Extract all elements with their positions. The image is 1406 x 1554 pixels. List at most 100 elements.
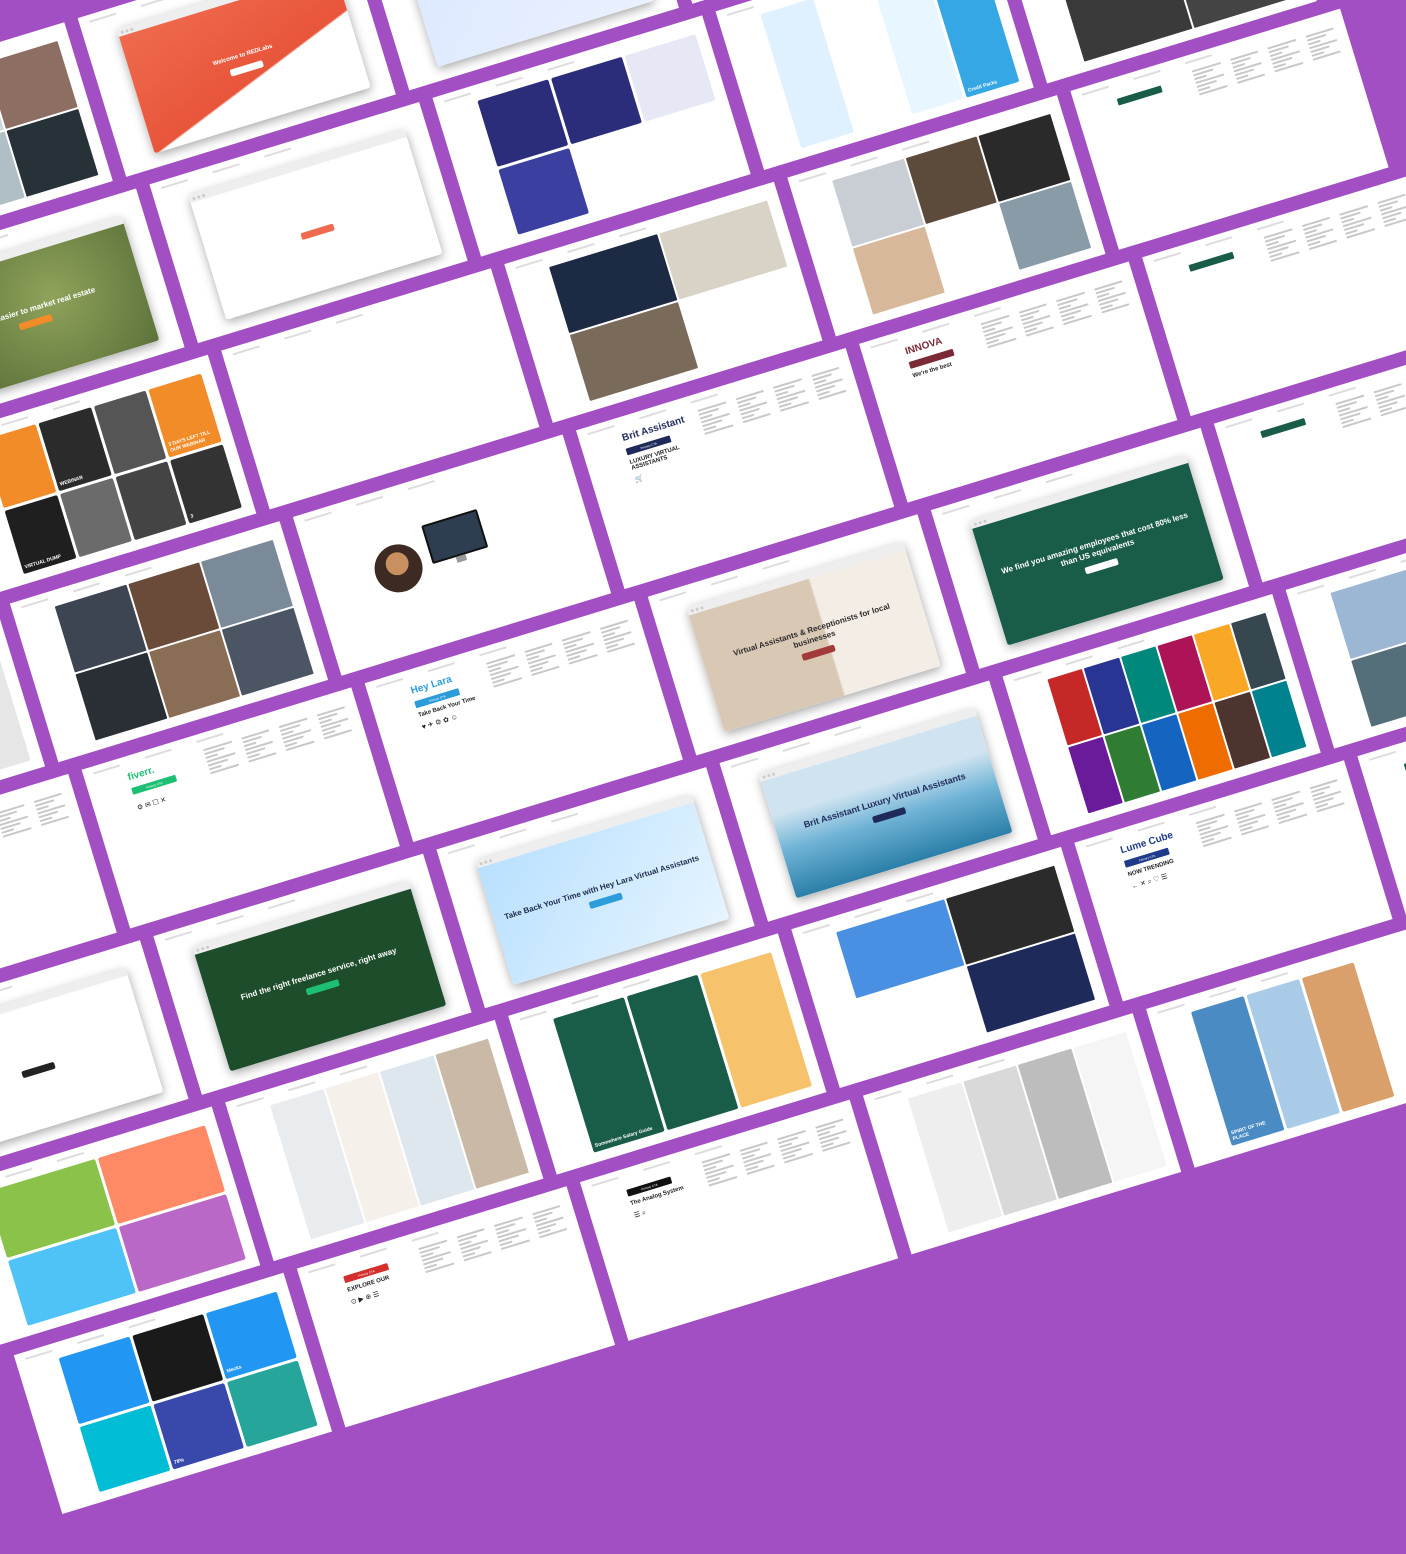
hero-headline: Find the right freelance service, right … [239, 945, 398, 1002]
window-dot [978, 519, 982, 524]
header-label [499, 827, 527, 838]
window-dot [478, 860, 483, 865]
header-label [726, 5, 755, 16]
hero-headline: We find you amazing employees that cost … [1000, 510, 1190, 576]
hero-headline: Make it easier to market real estate [0, 284, 97, 332]
header-label [1184, 53, 1213, 64]
header-label [140, 0, 168, 7]
browser-mockup: We find you amazing employees that cost … [969, 454, 1224, 646]
header-label [710, 575, 739, 586]
slide-body [907, 1031, 1167, 1232]
header-label [901, 140, 930, 151]
header-label [874, 1089, 902, 1100]
header-label [72, 581, 101, 592]
header-label [216, 914, 244, 925]
header-label [1081, 85, 1110, 96]
header-label [519, 1009, 547, 1021]
header-label [973, 306, 1002, 317]
portrait-photo [368, 537, 429, 598]
header-label [355, 495, 384, 506]
header-label [5, 1167, 33, 1178]
window-dot [129, 26, 134, 31]
header-label [515, 258, 543, 269]
header-label [128, 1317, 156, 1328]
graphics-grid: SPIRIT OF THE PLACE [1190, 944, 1406, 1146]
window-dot [483, 859, 488, 864]
photo [659, 200, 788, 300]
window-dot [771, 771, 776, 776]
header-label [1, 415, 29, 426]
hero-cta-button[interactable] [300, 222, 335, 240]
header-label [977, 1058, 1005, 1069]
header-label [196, 732, 224, 743]
header-label [1157, 1003, 1185, 1014]
header-label [236, 1096, 264, 1107]
header-label [0, 233, 9, 244]
header-label [212, 162, 240, 173]
header-label [308, 1262, 336, 1273]
browser-mockup: Virtual Assistants & Receptionists for l… [686, 541, 941, 732]
header-label [92, 763, 121, 775]
header-label [1013, 670, 1042, 681]
header-label [359, 1247, 388, 1258]
header-label [870, 338, 898, 349]
header-label [854, 907, 882, 918]
header-label [659, 590, 687, 601]
hero-section: Take Back Your Time with Hey Lara Virtua… [477, 801, 730, 985]
header-label [850, 155, 878, 167]
header-label [427, 661, 456, 672]
hero-headline: Virtual Assistants & Receptionists for l… [732, 601, 891, 658]
slide-body: We find you amazing employees that cost … [969, 454, 1224, 646]
header-label [376, 677, 404, 688]
slide-body: Brit Assistant Luxury Virtual Assistants [758, 707, 1013, 898]
header-label [1296, 584, 1325, 595]
window-dot [762, 774, 766, 778]
window-dot [690, 607, 695, 612]
header-label [1209, 987, 1237, 998]
header-label [1085, 836, 1114, 847]
header-label [622, 978, 651, 989]
window-dot [201, 192, 206, 197]
header-label [618, 226, 647, 237]
header-label [1400, 552, 1406, 563]
header-label [834, 725, 862, 736]
header-label [547, 60, 575, 71]
hero-headline: Take Back Your Time with Hey Lara Virtua… [503, 852, 701, 921]
hero-section: Virtual Assistants & Receptionists for l… [689, 548, 941, 732]
browser-mockup: Take Back Your Time with Hey Lara Virtua… [475, 794, 730, 985]
primary-cta-button[interactable] [1188, 251, 1235, 272]
header-label [551, 812, 579, 823]
header-label [339, 1064, 368, 1076]
header-label [25, 1349, 53, 1360]
header-label [1256, 219, 1285, 230]
header-label [1328, 386, 1356, 397]
header-label [993, 488, 1022, 499]
header-label [1153, 251, 1181, 262]
window-dot [195, 947, 200, 952]
header-label [1368, 750, 1397, 761]
header-label [447, 843, 476, 854]
header-label [905, 891, 934, 902]
header-label [0, 985, 13, 996]
header-label [925, 1073, 954, 1085]
header-label [1065, 654, 1093, 665]
header-label [267, 898, 296, 909]
primary-cta-button[interactable] [1116, 84, 1163, 106]
header-label [690, 392, 718, 404]
header-label [762, 559, 790, 570]
window-dot [973, 521, 978, 526]
hero-section: Find the right freelance service, right … [194, 888, 447, 1072]
slide-body: Primary CTA EXPLORE OUR ⊙ ▶ ⊕ ☰ [342, 1204, 601, 1406]
primary-cta-button[interactable] [1260, 417, 1307, 438]
header-label [798, 171, 826, 182]
header-label [1225, 417, 1253, 428]
header-label [21, 597, 49, 608]
window-dot [699, 605, 704, 609]
photo [1174, 0, 1303, 28]
header-label [160, 178, 189, 189]
window-dot [120, 29, 124, 34]
graphic-tile [624, 33, 716, 121]
hero-section [190, 136, 443, 320]
header-label [1276, 401, 1305, 413]
header-label [304, 511, 332, 522]
